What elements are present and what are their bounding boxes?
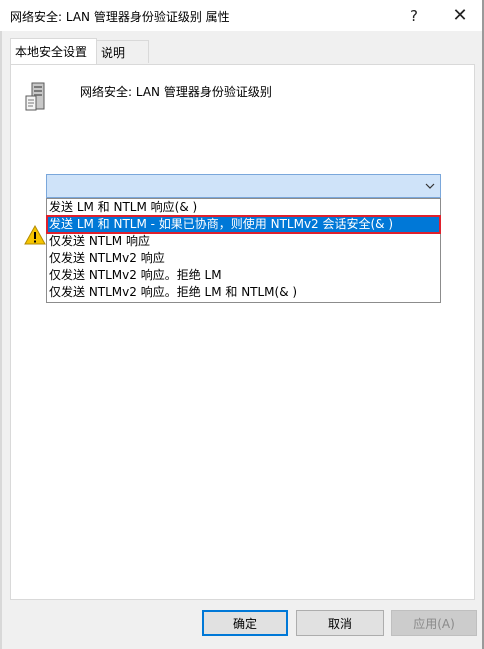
dropdown-option[interactable]: 仅发送 NTLMv2 响应。拒绝 LM 和 NTLM(& )	[47, 284, 440, 301]
dropdown-option[interactable]: 仅发送 NTLMv2 响应。拒绝 LM	[47, 267, 440, 284]
tab-local-security-setting[interactable]: 本地安全设置	[10, 38, 97, 64]
close-button[interactable]: ✕	[440, 0, 480, 31]
warning-icon	[24, 224, 46, 245]
server-policy-icon	[24, 82, 48, 112]
dropdown-option[interactable]: 仅发送 NTLMv2 响应	[47, 250, 440, 267]
close-icon: ✕	[452, 5, 468, 26]
chevron-down-icon[interactable]	[423, 177, 437, 195]
policy-name: 网络安全: LAN 管理器身份验证级别	[80, 85, 272, 99]
cancel-button[interactable]: 取消	[296, 610, 384, 636]
tab-panel	[10, 64, 475, 600]
window-left-edge	[0, 0, 2, 649]
dropdown-option[interactable]: 发送 LM 和 NTLM 响应(& )	[47, 199, 440, 216]
tab-explain[interactable]: 说明	[96, 40, 149, 63]
dropdown-option-selected[interactable]: 发送 LM 和 NTLM - 如果已协商，则使用 NTLMv2 会话安全(& )	[46, 215, 441, 234]
properties-dialog: 网络安全: LAN 管理器身份验证级别 属性 ? ✕ 本地安全设置 说明 网络安…	[0, 0, 484, 649]
ok-button[interactable]: 确定	[202, 610, 288, 636]
window-title: 网络安全: LAN 管理器身份验证级别 属性	[10, 10, 230, 24]
help-icon: ?	[410, 6, 418, 25]
dropdown-option[interactable]: 仅发送 NTLM 响应	[47, 233, 440, 250]
title-bar[interactable]: 网络安全: LAN 管理器身份验证级别 属性 ? ✕	[0, 0, 484, 31]
auth-level-combobox[interactable]	[46, 174, 441, 198]
auth-level-dropdown-list: 发送 LM 和 NTLM 响应(& ) 发送 LM 和 NTLM - 如果已协商…	[46, 198, 441, 303]
apply-button[interactable]: 应用(A)	[391, 610, 477, 636]
help-button[interactable]: ?	[394, 0, 434, 31]
